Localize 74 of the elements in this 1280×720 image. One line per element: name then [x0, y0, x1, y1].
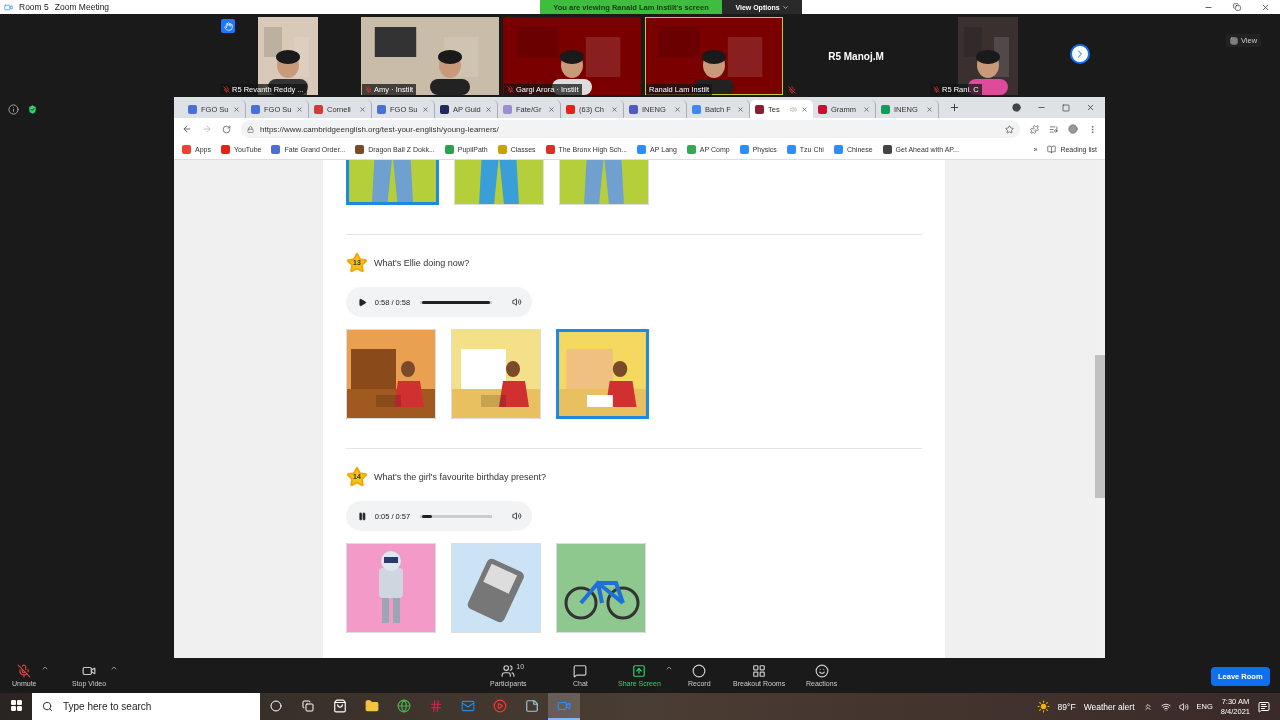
weather-alert[interactable]: Weather alert — [1083, 701, 1135, 712]
smiley-icon — [814, 664, 829, 678]
maximize-icon[interactable] — [1062, 103, 1070, 112]
bag-icon — [333, 698, 347, 713]
folder-icon — [365, 698, 379, 713]
close-icon[interactable] — [1086, 103, 1095, 112]
tray-chevron-icon[interactable] — [1142, 701, 1153, 712]
scrollbar-thumb[interactable] — [1095, 355, 1105, 498]
new-tab-icon[interactable] — [949, 102, 960, 113]
pause-icon[interactable] — [358, 511, 367, 521]
star-icon — [346, 466, 368, 488]
play-icon[interactable] — [358, 297, 367, 307]
close-icon[interactable] — [674, 105, 681, 113]
playlist-icon[interactable] — [1049, 124, 1058, 134]
star-icon[interactable] — [1005, 124, 1014, 134]
book-icon — [1047, 145, 1057, 154]
people-icon — [501, 664, 516, 678]
caret-button[interactable] — [664, 664, 673, 672]
close-icon[interactable] — [548, 105, 555, 113]
sun-icon[interactable] — [1036, 700, 1050, 713]
restore-icon[interactable] — [1233, 3, 1241, 11]
stacked-windows-icon — [302, 699, 314, 712]
search-input[interactable]: Type here to search — [61, 700, 251, 713]
profile-icon[interactable] — [1068, 124, 1078, 134]
search-field[interactable]: Type here to search — [32, 693, 260, 720]
search-icon — [42, 701, 53, 712]
caret-button[interactable] — [40, 664, 49, 672]
close-icon[interactable] — [611, 105, 618, 113]
caret-button[interactable] — [110, 664, 119, 672]
question-text: What's the girl's favourite birthday present? — [374, 472, 547, 482]
info-icon[interactable] — [8, 104, 19, 115]
back-icon[interactable] — [182, 124, 192, 134]
reload-icon[interactable] — [222, 124, 231, 134]
question-text: What's Ellie doing now? — [374, 258, 470, 268]
mail-icon — [461, 698, 475, 713]
note-icon — [525, 698, 539, 713]
volume-icon[interactable] — [512, 511, 522, 521]
play-icon — [493, 698, 507, 713]
globe-icon — [397, 698, 411, 713]
notification-icon[interactable] — [1258, 700, 1270, 713]
close-icon[interactable] — [233, 105, 240, 113]
caret-icon — [781, 3, 789, 11]
video-camera-icon — [4, 2, 13, 12]
lock-icon — [247, 125, 254, 133]
shield-icon[interactable] — [27, 104, 38, 115]
close-icon[interactable] — [359, 105, 366, 113]
next-page-button[interactable] — [1070, 44, 1090, 64]
puzzle-icon[interactable] — [1030, 124, 1039, 134]
volume-icon[interactable] — [1178, 701, 1189, 712]
muted-microphone-icon — [17, 664, 32, 678]
close-icon[interactable] — [926, 105, 933, 113]
close-icon[interactable] — [863, 105, 870, 113]
participant-name: R5 Manoj.M — [827, 49, 885, 64]
temperature: 89°F — [1057, 701, 1076, 712]
volume-icon[interactable] — [512, 297, 522, 307]
chat-icon — [573, 664, 588, 678]
star-icon — [346, 252, 368, 274]
address-bar[interactable]: https://www.cambridgeenglish.org/test-your-english/young-learners/ — [241, 120, 1020, 138]
close-icon[interactable] — [801, 105, 808, 113]
close-icon[interactable] — [737, 105, 744, 113]
video-camera-icon — [82, 664, 97, 678]
window-title: Zoom Meeting — [54, 2, 110, 12]
close-icon[interactable] — [422, 105, 429, 113]
circle-icon — [270, 699, 282, 712]
url-text: https://www.cambridgeenglish.org/test-your-english/young-learners/ — [260, 124, 499, 134]
circle-icon[interactable] — [1012, 103, 1021, 112]
close-icon[interactable] — [485, 105, 492, 113]
hash-icon — [429, 698, 443, 713]
wifi-icon[interactable] — [1160, 701, 1171, 712]
close-icon[interactable] — [1261, 2, 1270, 12]
menu-icon[interactable] — [1088, 124, 1097, 134]
room-name: Room 5 — [19, 2, 49, 12]
close-icon[interactable] — [296, 105, 303, 113]
record-icon — [692, 664, 707, 678]
